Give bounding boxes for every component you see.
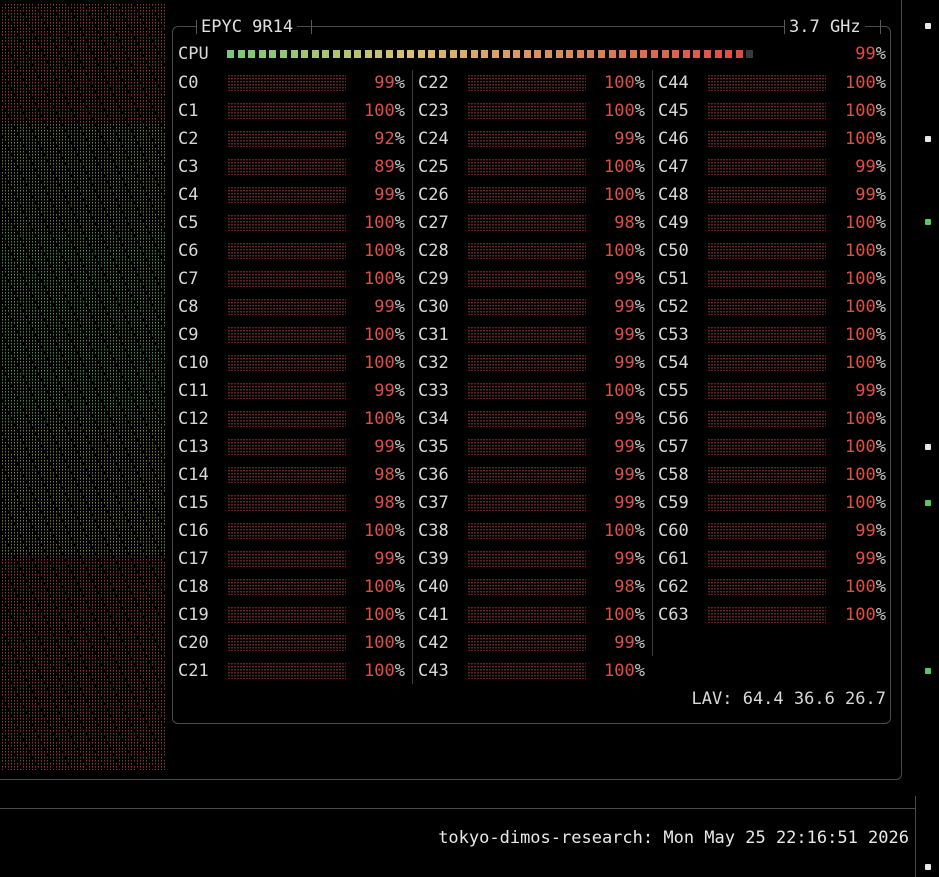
terminal-window: EPYC 9R14 3.7 GHz CPU 99% C0 99% C1 100% C2 9…: [0, 0, 939, 877]
